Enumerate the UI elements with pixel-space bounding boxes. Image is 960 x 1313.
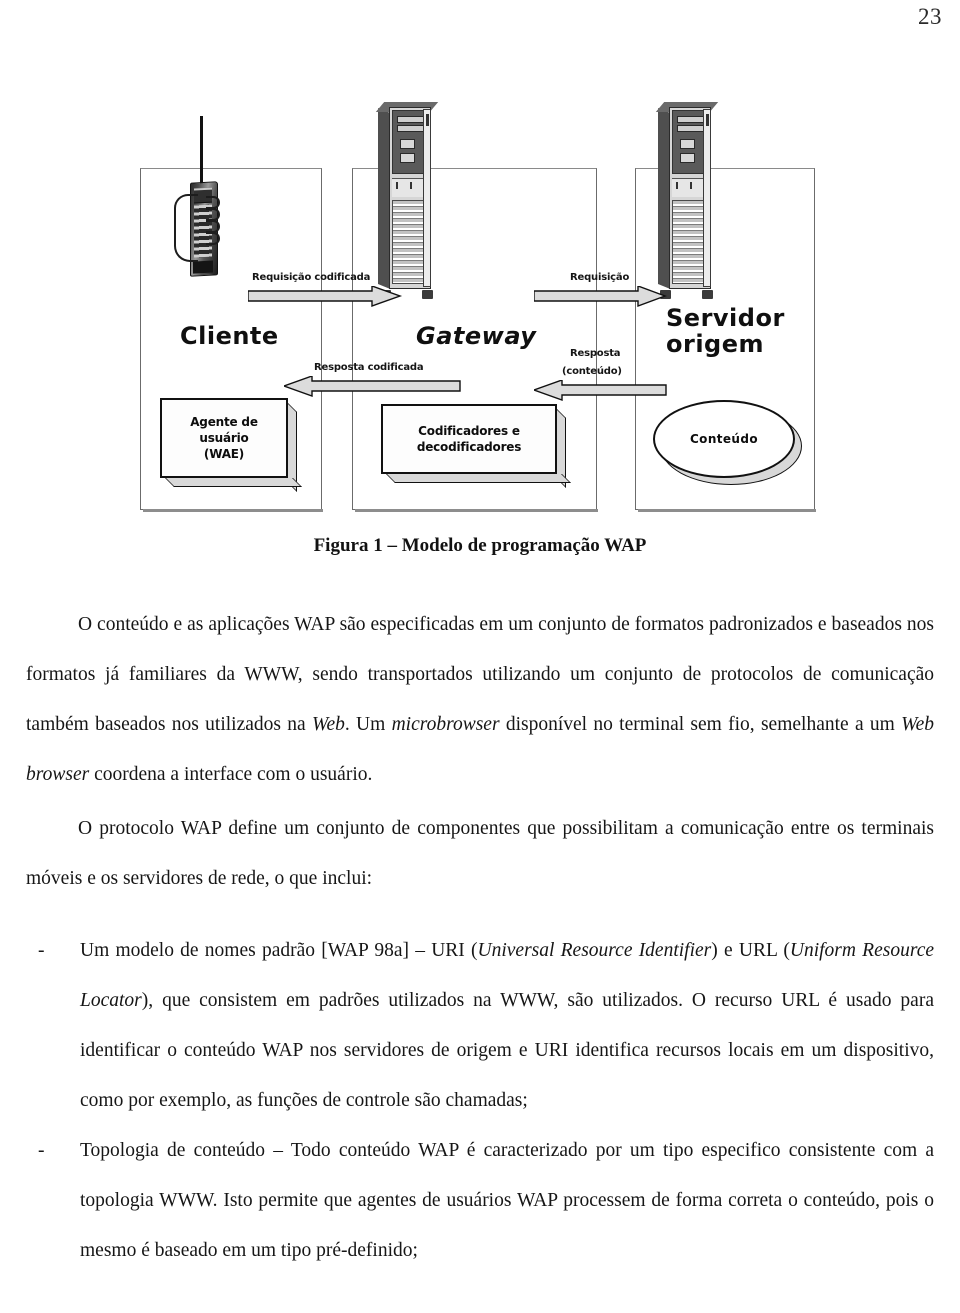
origin-server-tower-icon (655, 102, 720, 299)
box-user-agent-line2: usuário (199, 430, 249, 445)
box-encoders-line1: Codificadores e (418, 423, 520, 438)
arrow-label-encoded-response: Resposta codificada (314, 362, 424, 373)
tower-drive-bezel (672, 110, 706, 174)
box-user-agent-label: Agente de usuário (WAE) (190, 414, 258, 463)
phone-base (193, 260, 213, 274)
paragraph-2: O protocolo WAP define um conjunto de co… (26, 818, 934, 889)
arrow-label-response: Resposta (570, 348, 621, 359)
tower-vents (672, 200, 706, 284)
label-origin-server-line1: Servidor (666, 304, 785, 332)
tower-drive-bezel (392, 110, 426, 174)
box-bottom-shadow (165, 478, 302, 487)
arrow-encoded-request (248, 286, 403, 307)
arrow-response-content (534, 380, 667, 401)
gateway-server-tower-icon (375, 102, 440, 299)
document-page: 23 Requisição codificada Resposta codifi… (0, 0, 960, 1313)
paragraph-1-part-d: coordena a interface com o usuário. (89, 764, 373, 785)
paragraph-1: O conteúdo e as aplicações WAP são espec… (26, 600, 934, 800)
tower-drive-slot (677, 116, 705, 123)
tower-button (680, 139, 695, 149)
tower-right-strip (423, 109, 431, 287)
box-encoders-line2: decodificadores (416, 440, 522, 454)
bullet-list: - Um modelo de nomes padrão [WAP 98a] – … (26, 926, 934, 1276)
box-bottom-shadow (386, 474, 571, 483)
box-user-agent-line1: Agente de (190, 414, 258, 429)
paragraph-1-part-b: . Um (344, 714, 392, 735)
bullet-1-part-a: Um modelo de nomes padrão [WAP 98a] – UR… (80, 940, 478, 961)
hand-finger-icon (206, 232, 220, 245)
bullet-1-part-b: ) e URL ( (711, 940, 790, 961)
list-item: - Um modelo de nomes padrão [WAP 98a] – … (26, 926, 934, 1126)
bullet-1-part-c: ), que consistem em padrões utilizados n… (80, 990, 934, 1111)
arrow-encoded-response (284, 376, 461, 397)
list-item: - Topologia de conteúdo – Todo conteúdo … (26, 1126, 934, 1276)
box-encoders-decoders: Codificadores e decodificadores (381, 404, 571, 488)
tower-right-strip (703, 109, 711, 287)
label-origin-server: Servidor origem (666, 304, 785, 358)
tower-drive-slot (397, 125, 425, 132)
ellipse-content-store: Conteúdo (653, 400, 802, 485)
box-user-agent-line3: (WAE) (203, 447, 245, 462)
tower-button (400, 153, 415, 163)
arrow-request (534, 286, 667, 308)
box-user-agent: Agente de usuário (WAE) (160, 398, 302, 492)
bullet-dash: - (38, 1140, 45, 1161)
arrow-label-response-content: (conteúdo) (562, 366, 622, 377)
tower-midband (392, 178, 426, 197)
tower-foot (702, 290, 713, 299)
figure-caption: Figura 1 – Modelo de programação WAP (313, 535, 647, 556)
hand-icon (174, 194, 198, 262)
page-number: 23 (918, 4, 942, 29)
tower-foot (422, 290, 433, 299)
tower-button (400, 139, 415, 149)
paragraph-1-microbrowser: microbrowser (391, 714, 500, 735)
paragraph-1-part-c: disponível no terminal sem fio, semelhan… (499, 714, 902, 735)
list-item-text: Topologia de conteúdo – Todo conteúdo WA… (80, 1140, 934, 1261)
ellipse-face: Conteúdo (653, 400, 795, 478)
box-face: Codificadores e decodificadores (381, 404, 557, 474)
tower-midband (672, 178, 706, 197)
label-gateway: Gateway (416, 322, 537, 350)
label-origin-server-line2: origem (666, 329, 765, 358)
box-face: Agente de usuário (WAE) (160, 398, 288, 478)
arrow-label-encoded-request: Requisição codificada (252, 272, 371, 283)
tower-drive-slot (677, 125, 705, 132)
paragraph-1-web: Web (311, 714, 345, 735)
body-text: O conteúdo e as aplicações WAP são espec… (26, 600, 934, 1276)
box-encoders-decoders-label: Codificadores e decodificadores (416, 423, 522, 455)
arrow-label-request: Requisição (570, 272, 630, 283)
list-item-text: Um modelo de nomes padrão [WAP 98a] – UR… (80, 926, 934, 1126)
tower-drive-slot (397, 116, 425, 123)
bullet-dash: - (38, 940, 45, 961)
tower-button (680, 153, 695, 163)
diagram-canvas: Requisição codificada Resposta codificad… (138, 100, 818, 515)
figure-wap-programming-model: Requisição codificada Resposta codificad… (0, 100, 960, 520)
mobile-phone-icon (174, 116, 220, 277)
bullet-1-uri-expansion: Universal Resource Identifier (477, 940, 712, 961)
ellipse-content-label: Conteúdo (689, 432, 759, 446)
label-client: Cliente (180, 322, 279, 350)
phone-antenna (200, 116, 203, 186)
tower-vents (392, 200, 426, 284)
